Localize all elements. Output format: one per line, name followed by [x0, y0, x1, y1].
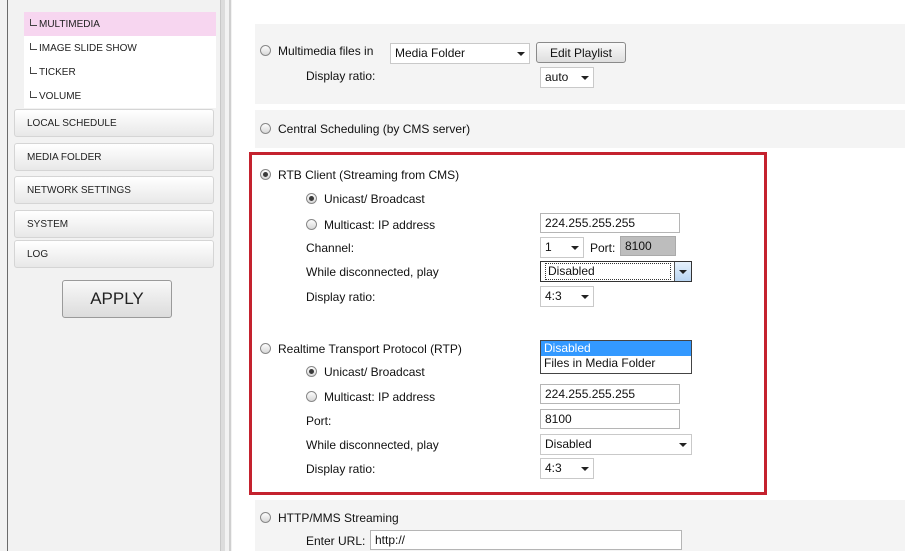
sidebar-subitem-volume[interactable]: VOLUME	[24, 84, 216, 108]
multimedia-section	[255, 24, 905, 104]
sidebar-item-media-folder[interactable]: MEDIA FOLDER	[14, 143, 214, 171]
menu-label: NETWORK SETTINGS	[27, 184, 131, 196]
apply-button[interactable]: APPLY	[62, 280, 172, 318]
ratio-value: auto	[545, 70, 569, 84]
highlight-box	[249, 152, 767, 495]
menu-label: SYSTEM	[27, 218, 69, 230]
url-input[interactable]: http://	[370, 530, 682, 550]
media-folder-value: Media Folder	[395, 46, 466, 60]
sidebar-item-network-settings[interactable]: NETWORK SETTINGS	[14, 176, 214, 204]
subitem-label: TICKER	[39, 66, 76, 78]
subitem-label: IMAGE SLIDE SHOW	[39, 42, 137, 54]
http-label: HTTP/MMS Streaming	[278, 511, 399, 525]
subitem-label: VOLUME	[39, 90, 82, 102]
http-radio[interactable]	[260, 512, 271, 523]
url-value: http://	[375, 533, 406, 547]
menu-label: LOG	[27, 248, 49, 260]
sidebar-divider	[220, 0, 225, 551]
sidebar-subitem-image-slide-show[interactable]: IMAGE SLIDE SHOW	[24, 36, 216, 60]
url-label: Enter URL:	[306, 534, 366, 548]
subitem-label: MULTIMEDIA	[39, 18, 100, 30]
sidebar-item-system[interactable]: SYSTEM	[14, 210, 214, 238]
media-folder-select[interactable]: Media Folder	[390, 43, 530, 64]
sidebar-border	[7, 0, 8, 551]
central-radio[interactable]	[260, 123, 271, 134]
sidebar-subitem-ticker[interactable]: TICKER	[24, 60, 216, 84]
sidebar-item-local-schedule[interactable]: LOCAL SCHEDULE	[14, 109, 214, 137]
sidebar-divider-line	[229, 0, 231, 551]
multimedia-ratio-select[interactable]: auto	[540, 67, 594, 88]
sub-arrow-icon	[30, 18, 37, 26]
edit-playlist-label: Edit Playlist	[549, 45, 613, 60]
multimedia-ratio-label: Display ratio:	[306, 69, 376, 83]
central-label: Central Scheduling (by CMS server)	[278, 122, 471, 136]
sidebar-subitem-multimedia[interactable]: MULTIMEDIA	[24, 12, 216, 36]
sub-arrow-icon	[30, 90, 37, 98]
menu-label: MEDIA FOLDER	[27, 151, 102, 163]
sub-arrow-icon	[30, 42, 37, 50]
edit-playlist-button[interactable]: Edit Playlist	[536, 42, 626, 63]
apply-label: APPLY	[90, 289, 144, 308]
multimedia-radio[interactable]	[260, 45, 271, 56]
chevron-down-icon	[517, 51, 525, 56]
sidebar-item-log[interactable]: LOG	[14, 240, 214, 268]
multimedia-label: Multimedia files in	[278, 44, 374, 58]
sub-arrow-icon	[30, 66, 37, 74]
chevron-down-icon	[581, 75, 589, 80]
menu-label: LOCAL SCHEDULE	[27, 117, 117, 129]
